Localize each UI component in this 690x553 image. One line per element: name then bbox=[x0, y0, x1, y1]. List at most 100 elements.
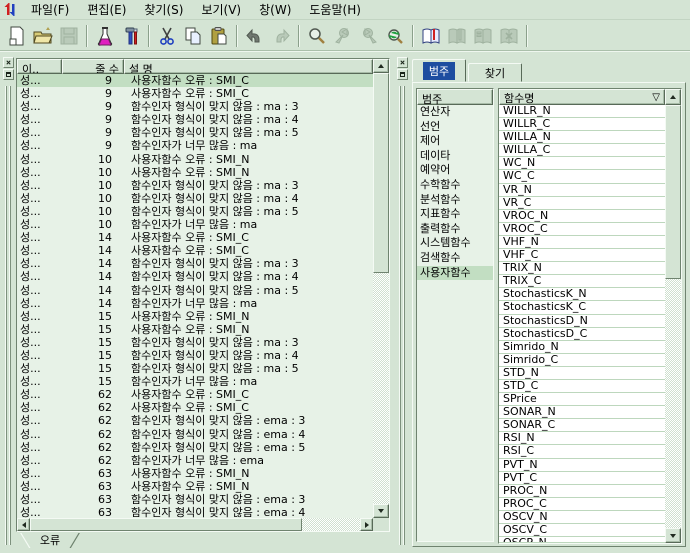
table-row[interactable]: 성...63사용자함수 오류 : SMI_N bbox=[17, 467, 373, 480]
table-row[interactable]: 성...62사용자함수 오류 : SMI_C bbox=[17, 388, 373, 401]
scroll-down-button[interactable] bbox=[665, 528, 681, 543]
list-item-category[interactable]: 선언 bbox=[417, 120, 493, 135]
list-item-function[interactable]: WILLA_N bbox=[499, 131, 665, 144]
list-item-category[interactable]: 연산자 bbox=[417, 105, 493, 120]
scrollbar-track[interactable] bbox=[302, 518, 360, 531]
error-vertical-scrollbar[interactable] bbox=[373, 59, 389, 518]
find-button[interactable] bbox=[304, 23, 330, 49]
list-item-function[interactable]: StochasticsK_N bbox=[499, 288, 665, 301]
table-row[interactable]: 성...10함수인자 형식이 맞지 않음 : ma : 5 bbox=[17, 205, 373, 218]
column-header-name[interactable]: 이.. bbox=[17, 59, 62, 74]
list-item-function[interactable]: STD_C bbox=[499, 380, 665, 393]
list-item-function[interactable]: PVT_N bbox=[499, 459, 665, 472]
close-pane-button[interactable] bbox=[3, 57, 14, 68]
copy-button[interactable] bbox=[180, 23, 206, 49]
table-row[interactable]: 성...63함수인자 형식이 맞지 않음 : ema : 3 bbox=[17, 493, 373, 506]
table-row[interactable]: 성...14사용자함수 오류 : SMI_C bbox=[17, 244, 373, 257]
table-row[interactable]: 성...15함수인자 형식이 맞지 않음 : ma : 4 bbox=[17, 349, 373, 362]
table-row[interactable]: 성...62함수인자 형식이 맞지 않음 : ema : 3 bbox=[17, 414, 373, 427]
list-item-function[interactable]: PROC_N bbox=[499, 485, 665, 498]
table-row[interactable]: 성...15함수인자가 너무 많음 : ma bbox=[17, 375, 373, 388]
list-item-category[interactable]: 검색함수 bbox=[417, 251, 493, 266]
list-item-function[interactable]: Simrido_C bbox=[499, 354, 665, 367]
cut-button[interactable] bbox=[154, 23, 180, 49]
list-item-function[interactable]: VROC_C bbox=[499, 223, 665, 236]
error-pane-gripper[interactable] bbox=[2, 56, 16, 549]
scrollbar-thumb[interactable] bbox=[373, 73, 389, 273]
table-row[interactable]: 성...15사용자함수 오류 : SMI_N bbox=[17, 310, 373, 323]
table-row[interactable]: 성...9함수인자 형식이 맞지 않음 : ma : 4 bbox=[17, 113, 373, 126]
table-row[interactable]: 성...62사용자함수 오류 : SMI_C bbox=[17, 401, 373, 414]
scroll-down-button[interactable] bbox=[373, 504, 389, 518]
menu-item[interactable]: 찾기(S) bbox=[135, 0, 192, 20]
scrollbar-thumb[interactable] bbox=[665, 105, 681, 279]
list-item-category[interactable]: 데이타 bbox=[417, 149, 493, 164]
table-row[interactable]: 성...9사용자함수 오류 : SMI_C bbox=[17, 87, 373, 100]
table-row[interactable]: 성...62함수인자가 너무 많음 : ema bbox=[17, 454, 373, 467]
find-refresh-button[interactable] bbox=[382, 23, 408, 49]
category-list-header[interactable]: 범주 bbox=[417, 89, 493, 105]
list-item-category[interactable]: 제어 bbox=[417, 134, 493, 149]
tab-category[interactable]: 범주 bbox=[412, 59, 466, 82]
new-document-button[interactable] bbox=[4, 23, 30, 49]
build-button[interactable] bbox=[118, 23, 144, 49]
menu-item[interactable]: 파일(F) bbox=[22, 0, 78, 20]
table-row[interactable]: 성...10함수인자 형식이 맞지 않음 : ma : 4 bbox=[17, 192, 373, 205]
list-item-function[interactable]: VR_C bbox=[499, 197, 665, 210]
list-item-category[interactable]: 출력함수 bbox=[417, 222, 493, 237]
scrollbar-track[interactable] bbox=[665, 279, 681, 528]
pane-drag-handle[interactable] bbox=[398, 86, 408, 545]
table-row[interactable]: 성...14함수인자 형식이 맞지 않음 : ma : 3 bbox=[17, 257, 373, 270]
open-file-button[interactable] bbox=[30, 23, 56, 49]
function-pane-gripper[interactable] bbox=[396, 56, 410, 549]
table-row[interactable]: 성...9함수인자 형식이 맞지 않음 : ma : 3 bbox=[17, 100, 373, 113]
list-item-function[interactable]: WC_N bbox=[499, 157, 665, 170]
list-item-function[interactable]: PROC_C bbox=[499, 498, 665, 511]
scroll-up-button[interactable] bbox=[665, 89, 681, 105]
list-item-function[interactable]: WILLR_C bbox=[499, 118, 665, 131]
list-item-function[interactable]: SONAR_C bbox=[499, 419, 665, 432]
list-item-function[interactable]: TRIX_N bbox=[499, 262, 665, 275]
scroll-up-button[interactable] bbox=[373, 59, 389, 73]
column-header-description[interactable]: 설 명 bbox=[124, 59, 373, 74]
verify-formula-button[interactable] bbox=[92, 23, 118, 49]
table-row[interactable]: 성...9함수인자가 너무 많음 : ma bbox=[17, 139, 373, 152]
function-column-header[interactable]: 함수명 ▽ bbox=[499, 89, 665, 105]
table-row[interactable]: 성...10함수인자가 너무 많음 : ma bbox=[17, 218, 373, 231]
table-row[interactable]: 성...10사용자함수 오류 : SMI_N bbox=[17, 166, 373, 179]
function-manual-button[interactable] bbox=[418, 23, 444, 49]
list-item-function[interactable]: STD_N bbox=[499, 367, 665, 380]
list-item-function[interactable]: Simrido_N bbox=[499, 341, 665, 354]
table-row[interactable]: 성...10함수인자 형식이 맞지 않음 : ma : 3 bbox=[17, 179, 373, 192]
list-item-function[interactable]: StochasticsD_N bbox=[499, 315, 665, 328]
table-row[interactable]: 성...14사용자함수 오류 : SMI_C bbox=[17, 231, 373, 244]
maximize-pane-button[interactable] bbox=[3, 69, 14, 80]
list-item-function[interactable]: StochasticsK_C bbox=[499, 301, 665, 314]
maximize-pane-button[interactable] bbox=[397, 69, 408, 80]
list-item-function[interactable]: OSCV_N bbox=[499, 511, 665, 524]
list-item-function[interactable]: SPrice bbox=[499, 393, 665, 406]
table-row[interactable]: 성...15사용자함수 오류 : SMI_N bbox=[17, 323, 373, 336]
list-item-function[interactable]: SONAR_N bbox=[499, 406, 665, 419]
list-item-function[interactable]: VR_N bbox=[499, 184, 665, 197]
list-item-function[interactable]: StochasticsD_C bbox=[499, 328, 665, 341]
table-row[interactable]: 성...14함수인자가 너무 많음 : ma bbox=[17, 297, 373, 310]
table-row[interactable]: 성...15함수인자 형식이 맞지 않음 : ma : 5 bbox=[17, 362, 373, 375]
list-item-function[interactable]: TRIX_C bbox=[499, 275, 665, 288]
table-row[interactable]: 성...63함수인자 형식이 맞지 않음 : ema : 4 bbox=[17, 506, 373, 518]
table-row[interactable]: 성...15함수인자 형식이 맞지 않음 : ma : 3 bbox=[17, 336, 373, 349]
column-header-linecount[interactable]: 줄 수 bbox=[62, 59, 124, 74]
table-row[interactable]: 성...62함수인자 형식이 맞지 않음 : ema : 4 bbox=[17, 428, 373, 441]
table-row[interactable]: 성...62함수인자 형식이 맞지 않음 : ema : 5 bbox=[17, 441, 373, 454]
table-row[interactable]: 성...10사용자함수 오류 : SMI_N bbox=[17, 153, 373, 166]
table-row[interactable]: 성...14함수인자 형식이 맞지 않음 : ma : 5 bbox=[17, 284, 373, 297]
list-item-function[interactable]: VROC_N bbox=[499, 210, 665, 223]
error-horizontal-scrollbar[interactable] bbox=[17, 518, 373, 531]
undo-button[interactable] bbox=[242, 23, 268, 49]
list-item-function[interactable]: VHF_N bbox=[499, 236, 665, 249]
table-row[interactable]: 성...9함수인자 형식이 맞지 않음 : ma : 5 bbox=[17, 126, 373, 139]
list-item-category[interactable]: 예약어 bbox=[417, 163, 493, 178]
list-item-function[interactable]: WC_C bbox=[499, 170, 665, 183]
scrollbar-track[interactable] bbox=[373, 273, 389, 504]
list-item-function[interactable]: RSI_N bbox=[499, 432, 665, 445]
